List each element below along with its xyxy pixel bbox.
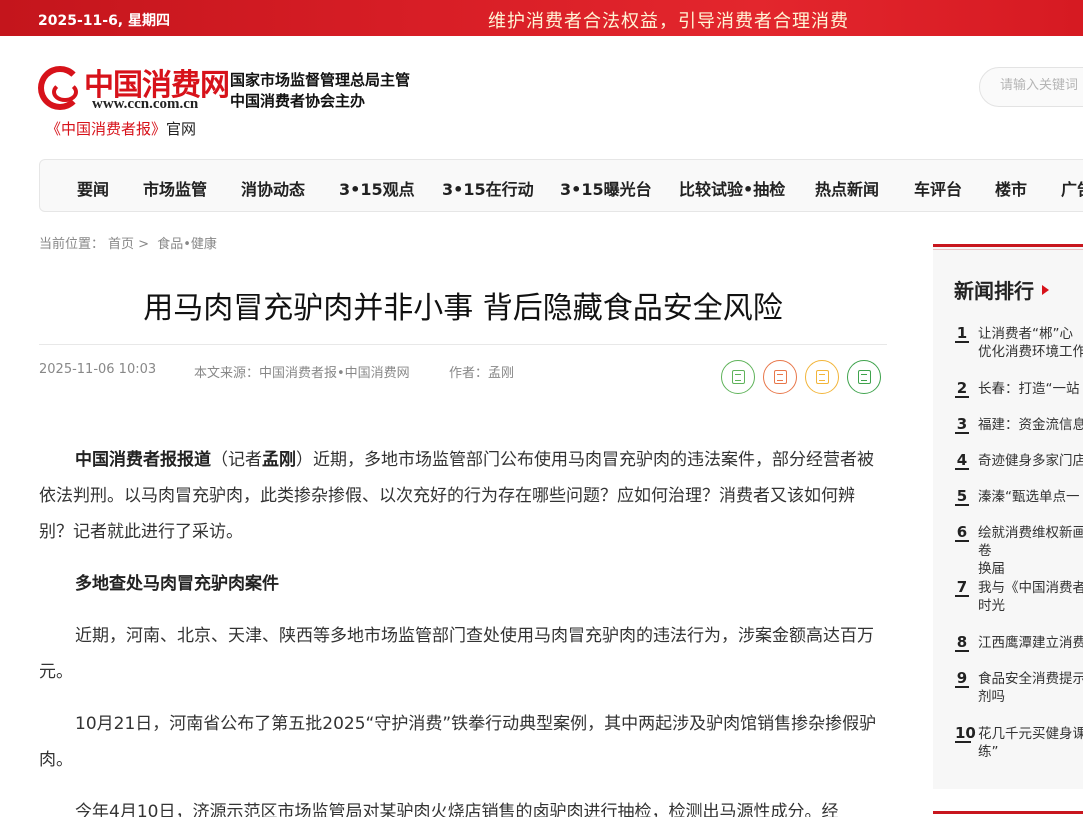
ranking-headline[interactable]: 长春：打造“一站 [978,380,1083,398]
breadcrumb: 当前位置： 首页 > 食品•健康 [39,233,217,252]
logo-mark-icon [38,66,82,110]
ranking-headline[interactable]: 食品安全消费提示 剂吗 [978,670,1083,706]
triangle-right-icon [1042,285,1049,295]
nav-item-hot-news[interactable]: 热点新闻 [815,176,879,200]
article-paragraph: 近期，河南、北京、天津、陕西等多地市场监管部门查处使用马肉冒充驴肉的违法行为，涉… [39,626,874,682]
sponsor-line-2: 中国消费者协会主办 [230,92,366,110]
nav-item-315-action[interactable]: 3•15在行动 [442,176,534,200]
nav-item-real-estate[interactable]: 楼市 [995,176,1027,200]
share-weibo-button[interactable] [763,360,797,394]
ranking-headline[interactable]: 溱溱“甄选单点一 [978,488,1083,506]
moments-qr-icon [816,370,829,384]
nav-item-ads[interactable]: 广告 [1061,176,1083,200]
top-banner: 2025-11-6, 星期四 维护消费者合法权益，引导消费者合理消费 [0,0,1083,36]
sidebar-next-panel-border [933,811,1083,815]
search-input[interactable] [1000,78,1083,93]
main-nav: 要闻 市场监管 消协动态 3•15观点 3•15在行动 3•15曝光台 比较试验… [39,159,1083,212]
article-paragraph: 今年4月10日，济源示范区市场监管局对某驴肉火烧店销售的卤驴肉进行抽检，检测出马… [75,802,839,817]
article-author: 作者：孟刚 [449,366,515,381]
lead-reporter: 孟刚 [262,450,296,470]
news-ranking-panel: 新闻排行 1 让消费者“郴”心 优化消费环境工作 2 长春：打造“一站 3 福建：资金流… [933,244,1083,789]
article-body: 中国消费者报报道（记者孟刚）近期，多地市场监管部门公布使用马肉冒充驴肉的违法案件… [39,442,887,817]
nav-item-news[interactable]: 要闻 [77,176,109,200]
nav-item-association[interactable]: 消协动态 [241,176,305,200]
site-logo[interactable]: 中国消费网 www.ccn.com.cn 《中国消费者报》官网 [38,60,230,140]
lead-open: （记者 [211,450,262,470]
logo-subtitle: 《中国消费者报》官网 [46,118,196,139]
news-ranking-title: 新闻排行 [954,275,1049,304]
article-source: 本文来源：中国消费者报•中国消费网 [194,366,410,381]
ranking-headline[interactable]: 江西鹰潭建立消费 [978,634,1083,652]
ranking-headline[interactable]: 让消费者“郴”心 优化消费环境工作 [978,325,1083,361]
share-app-button[interactable] [847,360,881,394]
share-moments-button[interactable] [805,360,839,394]
breadcrumb-separator: > [138,237,150,252]
breadcrumb-prefix: 当前位置： [39,237,105,252]
breadcrumb-home[interactable]: 首页 [108,237,134,252]
news-ranking-title-text: 新闻排行 [954,279,1034,303]
lead-agency: 中国消费者报报道 [75,450,211,470]
nav-item-315-views[interactable]: 3•15观点 [339,176,415,200]
slogan: 维护消费者合法权益，引导消费者合理消费 [488,11,849,32]
logo-sub-newspaper: 《中国消费者报》 [46,120,167,138]
ranking-headline[interactable]: 奇迹健身多家门店 [978,452,1083,470]
ranking-number: 9 [955,669,969,688]
weibo-qr-icon [774,370,787,384]
app-qr-icon [858,370,871,384]
sponsor-line-1: 国家市场监督管理总局主管 [230,71,411,89]
ranking-number: 1 [955,324,969,343]
sponsor-info: 国家市场监督管理总局主管 中国消费者协会主办 [230,70,410,112]
ranking-headline[interactable]: 绘就消费维权新画卷 换届 [978,524,1083,578]
nav-item-comparison-test[interactable]: 比较试验•抽检 [679,176,785,200]
article-paragraph: 10月21日，河南省公布了第五批2025“守护消费”铁拳行动典型案例，其中两起涉… [39,714,877,770]
ranking-number: 8 [955,633,969,652]
logo-sub-official: 官网 [166,120,197,138]
article-lead: 中国消费者报报道（记者孟刚）近期，多地市场监管部门公布使用马肉冒充驴肉的违法案件… [39,442,887,550]
title-divider [39,344,887,345]
ranking-number: 4 [955,451,969,470]
ranking-number: 2 [955,379,969,398]
wechat-qr-icon [732,370,745,384]
ranking-headline[interactable]: 花几千元买健身课 练” [978,725,1083,761]
logo-url: www.ccn.com.cn [92,96,199,112]
nav-item-market-supervision[interactable]: 市场监管 [143,176,207,200]
article-title: 用马肉冒充驴肉并非小事 背后隐藏食品安全风险 [143,291,783,326]
ranking-number: 5 [955,487,969,506]
ranking-number: 3 [955,415,969,434]
nav-item-car-review[interactable]: 车评台 [914,176,962,200]
search-box[interactable] [979,67,1083,107]
ranking-number: 10 [955,724,976,743]
ranking-number: 7 [955,578,969,597]
current-date: 2025-11-6, 星期四 [38,13,171,29]
ranking-number: 6 [955,523,969,542]
ranking-headline[interactable]: 福建：资金流信息 [978,416,1083,434]
ranking-headline[interactable]: 我与《中国消费者 时光 [978,579,1083,615]
article-subheading: 多地查处马肉冒充驴肉案件 [75,574,279,594]
nav-item-315-exposure[interactable]: 3•15曝光台 [560,176,652,200]
breadcrumb-category[interactable]: 食品•健康 [157,237,217,252]
share-wechat-button[interactable] [721,360,755,394]
article-datetime: 2025-11-06 10:03 [39,362,157,377]
